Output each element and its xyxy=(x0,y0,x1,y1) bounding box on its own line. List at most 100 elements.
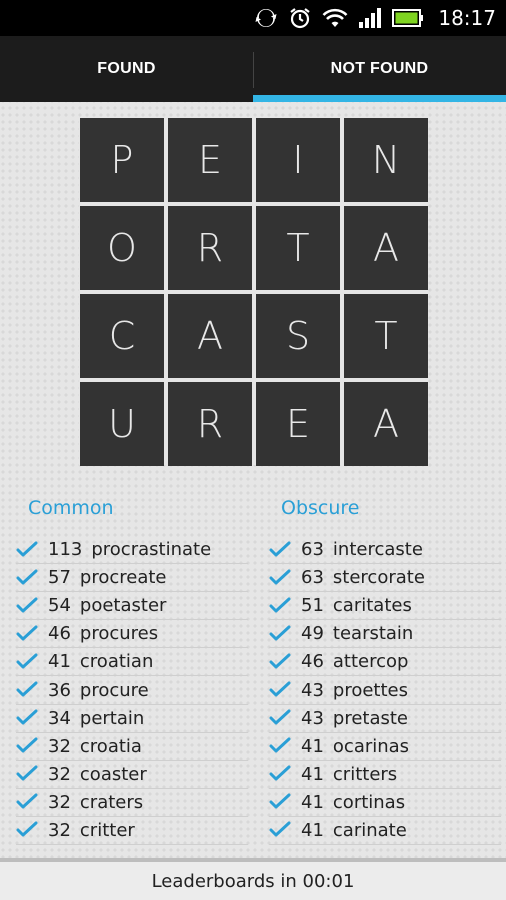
word-row: 43 pretaste xyxy=(269,705,501,733)
check-icon xyxy=(269,625,291,643)
word-score: 41 xyxy=(301,763,324,785)
letter-grid: PEINORTACASTUREA xyxy=(79,117,428,466)
check-icon xyxy=(269,597,291,615)
status-bar: 18:17 xyxy=(0,0,506,36)
word-row: 32 coaster xyxy=(16,761,248,789)
word-row: 41 critters xyxy=(269,761,501,789)
letter-tile: A xyxy=(344,206,428,290)
word-row: 43 proettes xyxy=(269,676,501,705)
letter-tile: O xyxy=(80,206,164,290)
word-text: stercorate xyxy=(332,567,425,589)
word-row: 41 ocarinas xyxy=(269,733,501,761)
word-score: 41 xyxy=(301,791,324,813)
check-icon xyxy=(16,737,38,755)
word-score: 32 xyxy=(48,819,71,841)
word-text: procreate xyxy=(79,567,167,589)
word-score: 46 xyxy=(301,651,324,673)
status-time: 18:17 xyxy=(438,6,496,30)
word-text: ocarinas xyxy=(332,735,410,757)
word-row: 34 pertain xyxy=(16,705,248,733)
word-text: croatia xyxy=(79,735,142,757)
check-icon xyxy=(269,681,291,699)
word-row: 32 croatia xyxy=(16,733,248,761)
word-score: 43 xyxy=(301,707,324,729)
word-text: intercaste xyxy=(332,539,423,561)
word-score: 36 xyxy=(48,679,71,701)
check-icon xyxy=(16,541,38,559)
check-icon xyxy=(269,821,291,839)
word-row: 41 carinate xyxy=(269,817,501,846)
letter-tile: N xyxy=(344,118,428,202)
word-text: critters xyxy=(332,763,398,785)
word-text: critter xyxy=(79,819,135,841)
word-score: 54 xyxy=(48,595,71,617)
obscure-heading: Obscure xyxy=(281,497,360,519)
check-icon xyxy=(16,625,38,643)
word-row: 54 poetaster xyxy=(16,592,248,621)
check-icon xyxy=(16,821,38,839)
signal-icon xyxy=(358,7,382,29)
word-row: 32 critter xyxy=(16,817,248,846)
word-score: 32 xyxy=(48,791,71,813)
word-row: 41 croatian xyxy=(16,648,248,677)
word-text: procure xyxy=(79,679,149,701)
word-text: tearstain xyxy=(332,623,414,645)
check-icon xyxy=(16,709,38,727)
word-score: 63 xyxy=(301,539,324,561)
word-row: 57 procreate xyxy=(16,564,248,593)
letter-tile: A xyxy=(168,294,252,378)
leaderboards-countdown: Leaderboards in 00:01 xyxy=(151,870,355,892)
word-row: 46 attercop xyxy=(269,648,501,677)
word-score: 32 xyxy=(48,735,71,757)
active-tab-indicator xyxy=(253,95,506,102)
check-icon xyxy=(16,653,38,671)
word-text: coaster xyxy=(79,763,147,785)
word-row: 63 stercorate xyxy=(269,564,501,593)
letter-tile: T xyxy=(256,206,340,290)
word-row: 63 intercaste xyxy=(269,536,501,565)
word-text: caritates xyxy=(332,595,412,617)
check-icon xyxy=(269,569,291,587)
word-text: poetaster xyxy=(79,595,167,617)
word-score: 41 xyxy=(301,735,324,757)
word-text: pretaste xyxy=(332,707,409,729)
sync-icon xyxy=(254,6,278,30)
word-row: 36 procure xyxy=(16,676,248,705)
word-text: procures xyxy=(79,623,159,645)
word-score: 49 xyxy=(301,623,324,645)
word-row: 46 procures xyxy=(16,620,248,649)
word-score: 34 xyxy=(48,707,71,729)
check-icon xyxy=(269,765,291,783)
word-score: 57 xyxy=(48,567,71,589)
letter-tile: T xyxy=(344,294,428,378)
check-icon xyxy=(16,681,38,699)
obscure-word-list: 63 intercaste 63 stercorate 51 caritates 49 tea… xyxy=(269,536,501,846)
letter-tile: I xyxy=(256,118,340,202)
word-text: pertain xyxy=(79,707,145,729)
word-score: 46 xyxy=(48,623,71,645)
word-text: proettes xyxy=(332,679,408,701)
wifi-icon xyxy=(322,7,348,29)
common-word-list: 113 procrastinate 57 procreate 54 poetaster 46… xyxy=(16,536,248,846)
letter-tile: S xyxy=(256,294,340,378)
leaderboards-footer: Leaderboards in 00:01 xyxy=(0,858,506,900)
check-icon xyxy=(269,653,291,671)
letter-tile: E xyxy=(168,118,252,202)
tab-not-found[interactable]: NOT FOUND xyxy=(253,36,506,102)
word-text: attercop xyxy=(332,651,409,673)
word-row: 113 procrastinate xyxy=(16,536,248,565)
word-row: 51 caritates xyxy=(269,592,501,621)
check-icon xyxy=(269,709,291,727)
word-score: 41 xyxy=(48,651,71,673)
check-icon xyxy=(269,737,291,755)
word-score: 113 xyxy=(48,539,83,561)
tab-found[interactable]: FOUND xyxy=(0,36,253,102)
word-score: 32 xyxy=(48,763,71,785)
word-text: procrastinate xyxy=(91,539,212,561)
tab-divider xyxy=(253,52,254,88)
word-text: croatian xyxy=(79,651,154,673)
letter-tile: E xyxy=(256,382,340,466)
check-icon xyxy=(16,569,38,587)
letter-tile: U xyxy=(80,382,164,466)
tab-not-found-label: NOT FOUND xyxy=(330,60,429,77)
